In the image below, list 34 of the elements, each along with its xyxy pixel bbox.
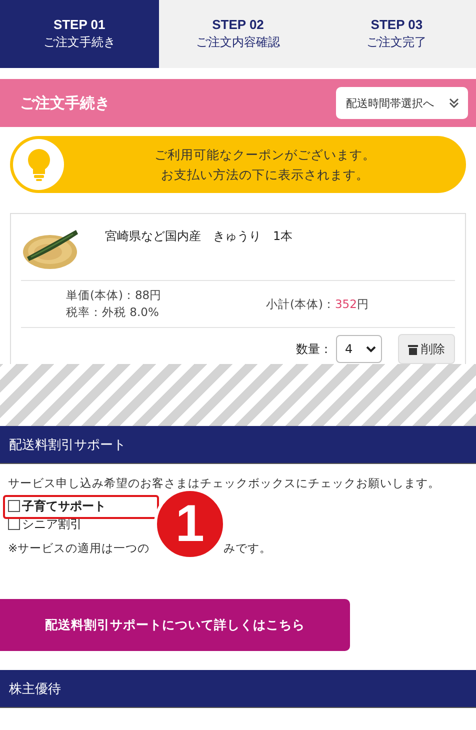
section-title: ご注文手続き [20, 94, 110, 112]
unit-price: 単価(本体)：88円 [66, 287, 163, 304]
coupon-text: お支払い方法の下に表示されます。 [160, 166, 370, 184]
note-text: みです。 [224, 541, 272, 556]
checkbox-label: シニア割引 [22, 516, 82, 532]
tax-rate: 税率：外税 8.0% [66, 304, 160, 321]
step-tab[interactable]: STEP 01 ご注文手続き [0, 0, 159, 68]
instruction-text: サービス申し込み希望のお客さまはチェックボックスにチェックお願いします。 [8, 476, 441, 491]
checkbox-label: 子育てサポート [22, 498, 106, 514]
subtotal: 小計(本体)：352円 [266, 296, 369, 312]
step-tab[interactable]: STEP 03 ご注文完了 [317, 0, 476, 68]
delete-button[interactable]: 削除 [398, 334, 455, 364]
checkbox[interactable] [8, 500, 20, 512]
step-label: ご注文手続き [43, 34, 116, 51]
quantity-label: 数量： [296, 340, 332, 358]
details-button[interactable]: 配送料割引サポートについて詳しくはこちら [0, 599, 350, 651]
note-text: ※サービスの適用は一つの [8, 541, 150, 556]
quantity-select[interactable]: 4 [336, 335, 382, 363]
jump-button[interactable]: 配送時間帯選択へ [336, 87, 468, 119]
chevron-down-icon [366, 346, 376, 352]
product-name: 宮崎県など国内産 きゅうり 1本 [105, 228, 293, 245]
step-label: ご注文内容確認 [196, 34, 280, 51]
section-title: 株主優待 [9, 680, 61, 698]
step-number: STEP 01 [53, 17, 106, 32]
section-title: 配送料割引サポート [9, 436, 126, 454]
step-number: STEP 02 [212, 17, 264, 32]
double-chevron-icon [448, 97, 460, 109]
lightbulb-icon [13, 139, 64, 190]
checkbox[interactable] [8, 518, 20, 530]
step-tab[interactable]: STEP 02 ご注文内容確認 [158, 0, 318, 68]
trash-icon [408, 344, 418, 354]
step-label: ご注文完了 [366, 34, 427, 51]
step-number: STEP 03 [370, 17, 423, 32]
coupon-text: ご利用可能なクーポンがございます。 [154, 146, 376, 164]
